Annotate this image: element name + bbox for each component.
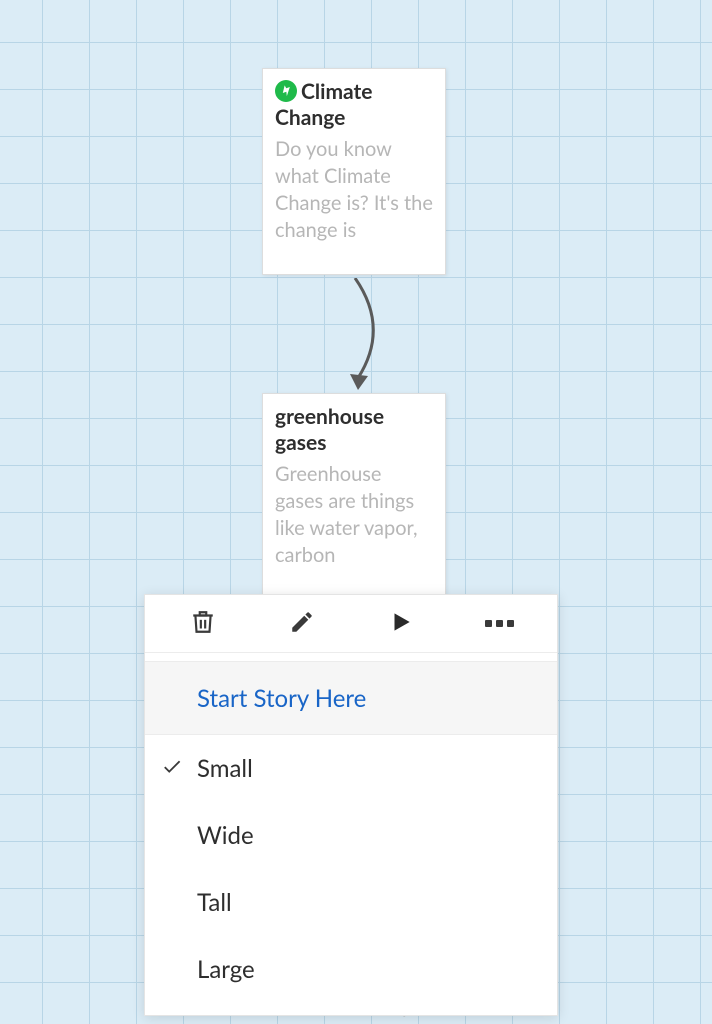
check-icon (161, 754, 183, 783)
menu-item-size-tall[interactable]: Tall (145, 869, 557, 936)
menu-list: Start Story Here Small Wide Tall Large (145, 653, 557, 1015)
menu-item-label: Tall (197, 888, 232, 917)
menu-item-size-wide[interactable]: Wide (145, 802, 557, 869)
menu-item-label: Start Story Here (197, 684, 366, 713)
context-menu: Start Story Here Small Wide Tall Large (144, 594, 558, 1016)
card-body: Greenhouse gases are things like water v… (275, 461, 433, 569)
trash-icon (190, 608, 216, 640)
menu-item-label: Small (197, 754, 253, 783)
card-body: Do you know what Climate Change is? It's… (275, 136, 433, 244)
ellipsis-icon (485, 614, 515, 633)
story-card-greenhouse[interactable]: greenhouse gases Greenhouse gases are th… (262, 393, 446, 600)
menu-item-size-small[interactable]: Small (145, 735, 557, 802)
delete-button[interactable] (180, 601, 226, 647)
play-button[interactable] (378, 601, 424, 647)
menu-item-size-large[interactable]: Large (145, 936, 557, 1003)
card-title: greenhouse gases (275, 404, 433, 457)
more-button[interactable] (477, 601, 523, 647)
menu-item-label: Wide (197, 821, 254, 850)
context-toolbar (145, 595, 557, 653)
story-card-climate[interactable]: Climate Change Do you know what Climate … (262, 68, 446, 275)
start-icon (275, 80, 297, 102)
menu-item-label: Large (197, 955, 255, 984)
play-icon (388, 609, 414, 639)
edit-button[interactable] (279, 601, 325, 647)
pencil-icon (289, 609, 315, 639)
menu-item-start-story[interactable]: Start Story Here (145, 661, 557, 735)
card-title: Climate Change (275, 79, 433, 132)
